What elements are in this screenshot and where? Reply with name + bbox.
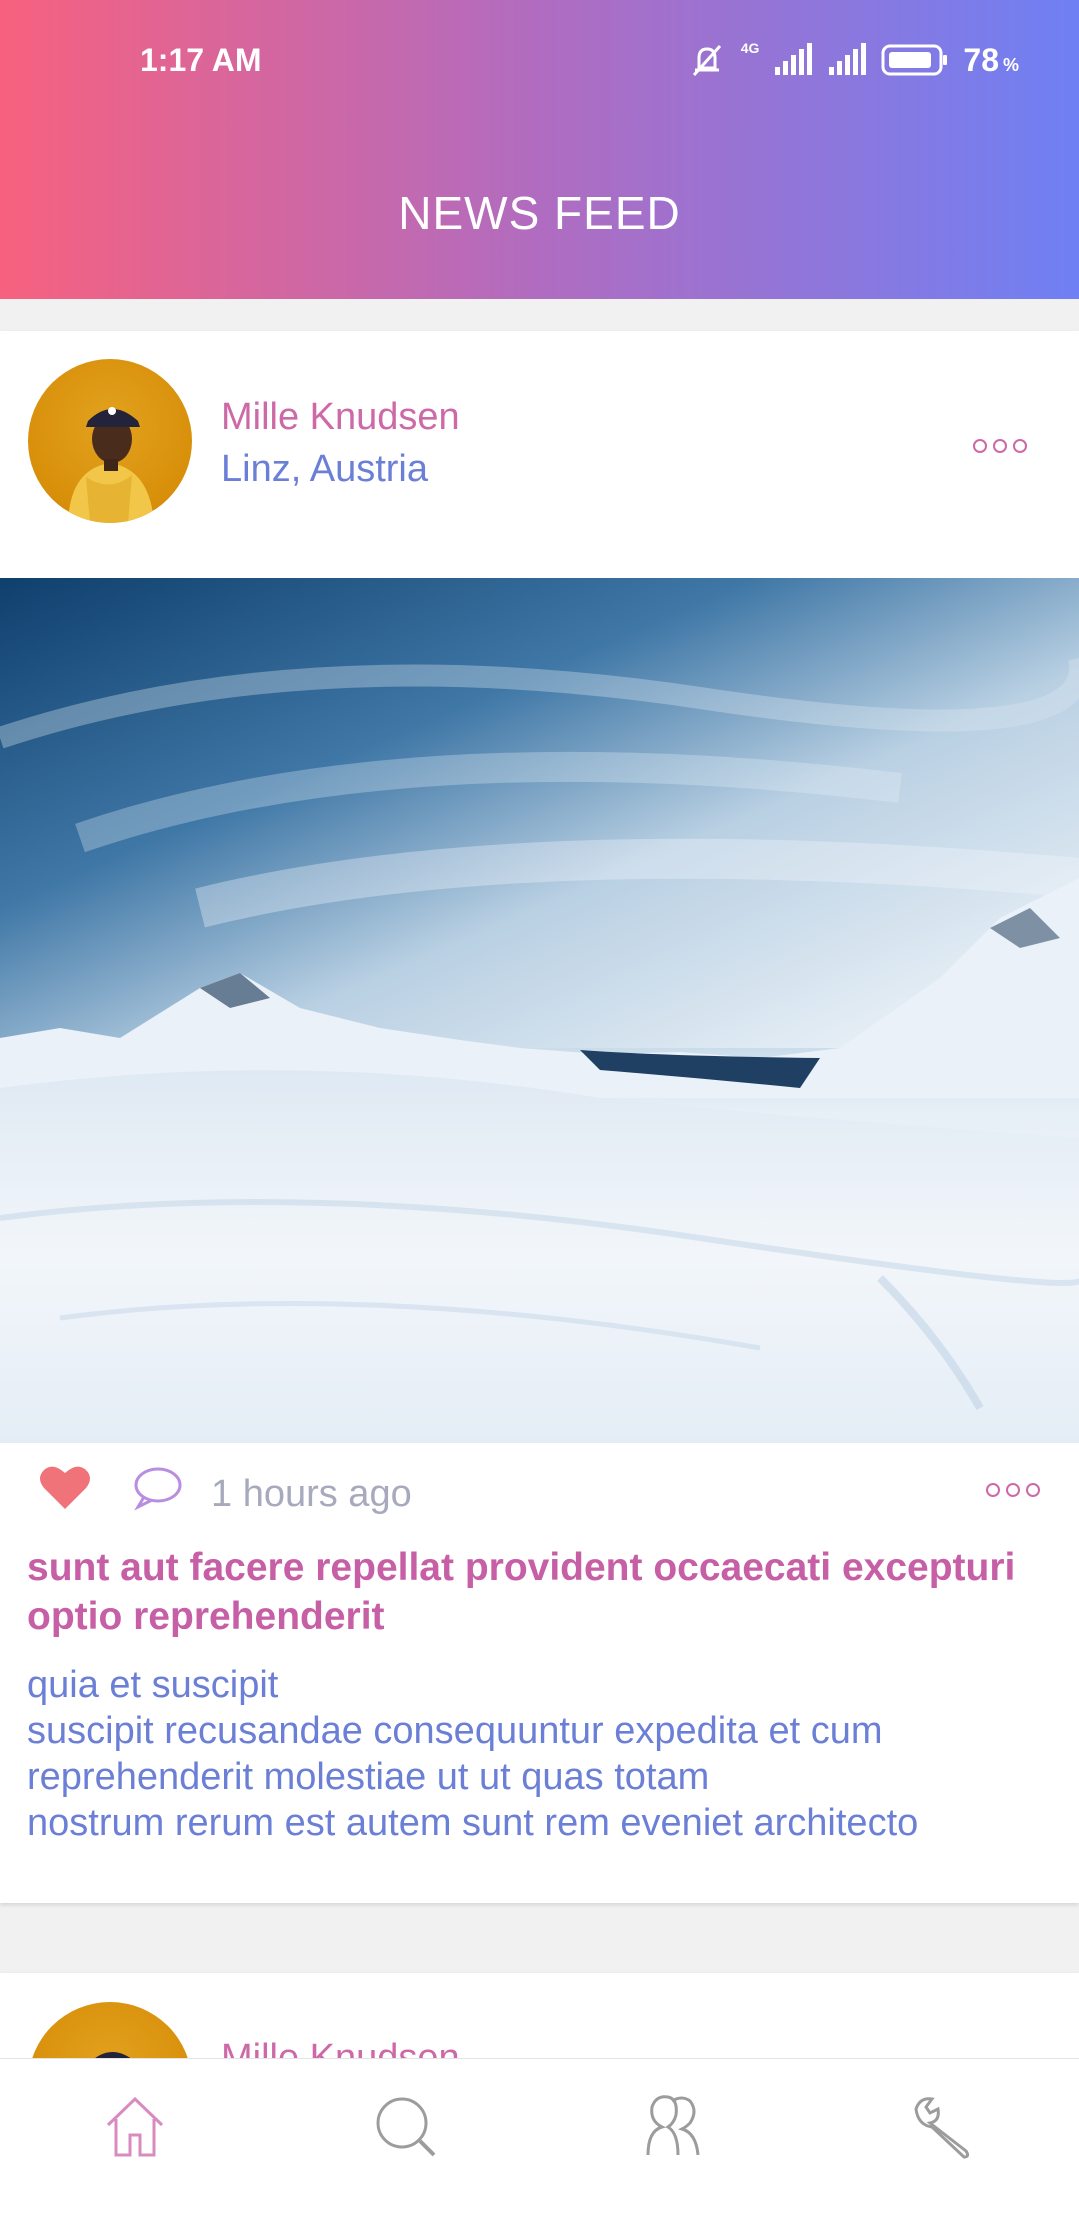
dot-icon <box>1006 1483 1020 1497</box>
post-location: Linz, Austria <box>221 448 428 490</box>
mute-bell-icon <box>692 44 721 77</box>
post-time-ago: 1 hours ago <box>211 1473 412 1515</box>
post-menu-button[interactable] <box>973 439 1027 453</box>
dot-icon <box>973 439 987 453</box>
heart-icon[interactable] <box>38 1463 92 1513</box>
post-title: sunt aut facere repellat provident occae… <box>27 1546 1016 1638</box>
post-body: quia et suscipit suscipit recusandae con… <box>27 1664 919 1844</box>
signal-icon <box>775 43 813 75</box>
avatar-image <box>68 407 154 523</box>
search-icon <box>376 2097 436 2157</box>
status-icons: 4G 78% <box>687 40 1019 80</box>
comment-icon[interactable] <box>132 1465 184 1511</box>
avatar[interactable] <box>28 359 192 523</box>
dot-icon <box>986 1483 1000 1497</box>
bottom-navigation <box>0 2058 1079 2185</box>
home-icon <box>106 2096 164 2157</box>
nav-search[interactable] <box>360 2081 450 2171</box>
post-actions-menu-button[interactable] <box>986 1483 1040 1497</box>
network-type: 4G <box>740 40 760 56</box>
wrench-icon <box>914 2097 970 2159</box>
battery-icon <box>881 44 948 76</box>
post-actions-row: 1 hours ago <box>0 1443 1079 1533</box>
post-author[interactable]: Mille Knudsen <box>221 396 460 439</box>
page-title: NEWS FEED <box>398 187 681 239</box>
post-image[interactable] <box>0 578 1079 1443</box>
dot-icon <box>1026 1483 1040 1497</box>
people-icon <box>646 2095 700 2156</box>
dot-icon <box>1013 439 1027 453</box>
post-card: Mille Knudsen Linz, Austria 1 hours ago … <box>0 331 1079 1903</box>
nav-people[interactable] <box>628 2081 718 2171</box>
app-header: 1:17 AM 4G 78% NEWS FEED <box>0 0 1079 299</box>
signal-icon-2 <box>829 43 867 75</box>
nav-home[interactable] <box>90 2081 180 2171</box>
status-time: 1:17 AM <box>140 42 262 78</box>
battery-level: 78% <box>963 41 1019 78</box>
snow-landscape-image <box>0 578 1079 1443</box>
nav-settings[interactable] <box>898 2081 988 2171</box>
dot-icon <box>993 439 1007 453</box>
